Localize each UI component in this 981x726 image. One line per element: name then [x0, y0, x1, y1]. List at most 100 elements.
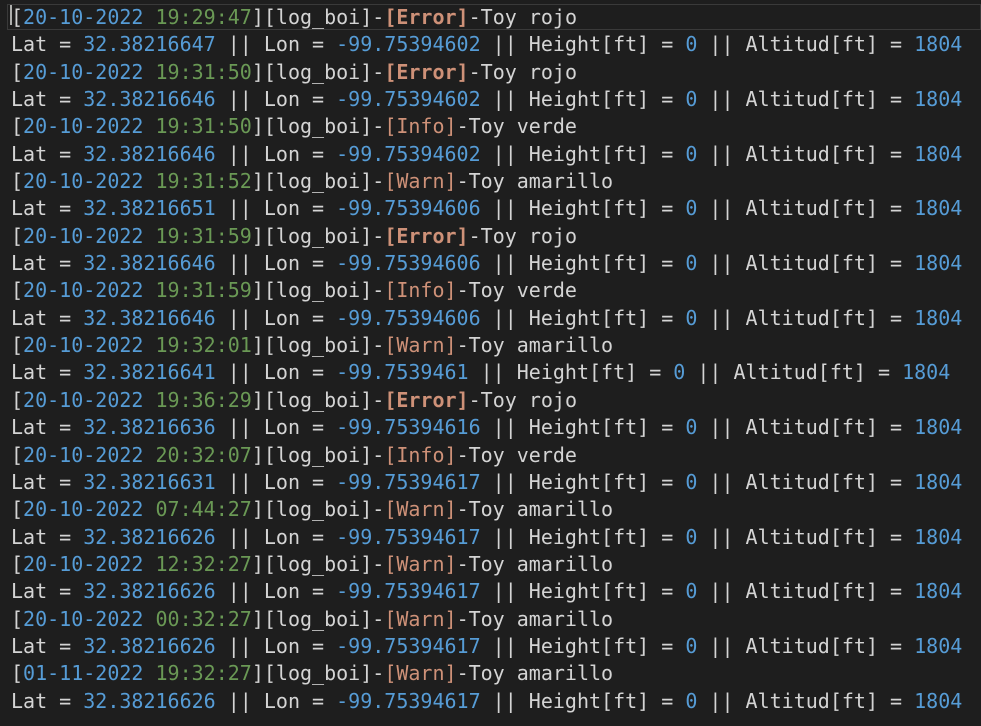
log-date: 20-10-2022: [23, 387, 144, 412]
lon-value: -99.75394602: [336, 87, 481, 112]
log-data-line[interactable]: Lat = 32.38216646 || Lon = -99.75394606 …: [0, 250, 981, 277]
log-header-line[interactable]: [20-10-2022 19:31:50][log_boi]-[Info]-To…: [0, 113, 981, 140]
log-data-line[interactable]: Lat = 32.38216646 || Lon = -99.75394602 …: [0, 141, 981, 168]
log-header-line[interactable]: [20-10-2022 19:32:01][log_boi]-[Warn]-To…: [0, 332, 981, 359]
log-message: -Toy verde: [456, 442, 577, 467]
log-header-line[interactable]: [20-10-2022 00:32:27][log_boi]-[Warn]-To…: [0, 606, 981, 633]
log-level: [Warn]: [384, 497, 457, 522]
log-header-line[interactable]: [20-10-2022 19:36:29][log_boi]-[Error]-T…: [0, 387, 981, 414]
log-level: [Error]: [384, 387, 469, 412]
lat-label: Lat =: [11, 196, 84, 221]
log-level: [Error]: [384, 223, 469, 248]
lat-label: Lat =: [11, 633, 84, 658]
log-level: [Warn]: [384, 606, 457, 631]
height-label: || Height[ft] =: [480, 688, 686, 713]
log-data-line[interactable]: Lat = 32.38216626 || Lon = -99.75394617 …: [0, 524, 981, 551]
bracket-open: [: [11, 442, 24, 467]
log-header-line[interactable]: [20-10-2022 19:29:47][log_boi]-[Error]-T…: [0, 4, 981, 31]
lat-value: 32.38216647: [83, 32, 216, 57]
height-label: || Height[ft] =: [468, 360, 674, 385]
altitude-label: || Altitud[ft] =: [697, 688, 915, 713]
log-source: [log_boi]: [263, 278, 373, 303]
bracket-open: [: [11, 114, 24, 139]
log-header-line[interactable]: [20-10-2022 19:31:59][log_boi]-[Info]-To…: [0, 277, 981, 304]
log-source: [log_boi]: [263, 223, 373, 248]
log-message: -Toy rojo: [468, 223, 577, 248]
dash: -: [372, 333, 385, 358]
log-date: 20-10-2022: [23, 5, 144, 29]
log-data-line[interactable]: Lat = 32.38216626 || Lon = -99.75394617 …: [0, 633, 981, 660]
log-data-line[interactable]: Lat = 32.38216641 || Lon = -99.7539461 |…: [0, 359, 981, 386]
log-header-line[interactable]: [20-10-2022 19:31:59][log_boi]-[Error]-T…: [0, 223, 981, 250]
lat-label: Lat =: [11, 251, 84, 276]
bracket-close: ]: [251, 497, 264, 522]
log-time: 19:31:59: [155, 278, 252, 303]
log-header-line[interactable]: [20-10-2022 19:31:52][log_boi]-[Warn]-To…: [0, 168, 981, 195]
lon-value: -99.7539461: [336, 360, 469, 385]
lon-label: || Lon =: [215, 633, 337, 658]
bracket-open: [: [11, 278, 24, 303]
dash: -: [372, 169, 385, 194]
log-time: 19:32:01: [155, 333, 252, 358]
altitude-value: 1804: [914, 633, 963, 658]
log-level: [Error]: [384, 59, 469, 84]
lat-value: 32.38216626: [83, 524, 216, 549]
log-data-line[interactable]: Lat = 32.38216647 || Lon = -99.75394602 …: [0, 31, 981, 58]
log-data-line[interactable]: Lat = 32.38216651 || Lon = -99.75394606 …: [0, 195, 981, 222]
height-value: 0: [685, 688, 698, 713]
altitude-label: || Altitud[ft] =: [697, 415, 915, 440]
lon-value: -99.75394617: [336, 579, 481, 604]
lon-label: || Lon =: [215, 141, 337, 166]
altitude-value: 1804: [914, 251, 963, 276]
dash: -: [372, 661, 385, 686]
log-header-line[interactable]: [20-10-2022 07:44:27][log_boi]-[Warn]-To…: [0, 496, 981, 523]
altitude-value: 1804: [914, 87, 963, 112]
altitude-label: || Altitud[ft] =: [685, 360, 903, 385]
lon-value: -99.75394617: [336, 633, 481, 658]
log-level: [Info]: [384, 278, 457, 303]
log-source: [log_boi]: [263, 5, 373, 29]
log-data-line[interactable]: Lat = 32.38216631 || Lon = -99.75394617 …: [0, 469, 981, 496]
log-header-line[interactable]: [01-11-2022 19:32:27][log_boi]-[Warn]-To…: [0, 660, 981, 687]
lat-label: Lat =: [11, 524, 84, 549]
log-date: 01-11-2022: [23, 661, 144, 686]
log-editor-view[interactable]: [20-10-2022 19:29:47][log_boi]-[Error]-T…: [0, 0, 981, 726]
log-data-line[interactable]: Lat = 32.38216646 || Lon = -99.75394602 …: [0, 86, 981, 113]
log-data-line[interactable]: Lat = 32.38216646 || Lon = -99.75394606 …: [0, 305, 981, 332]
bracket-close: ]: [251, 223, 264, 248]
lon-label: || Lon =: [215, 360, 337, 385]
bracket-open: [: [11, 5, 24, 29]
log-data-line[interactable]: Lat = 32.38216626 || Lon = -99.75394617 …: [0, 578, 981, 605]
log-message: -Toy verde: [456, 278, 577, 303]
lat-value: 32.38216646: [83, 305, 216, 330]
log-header-line[interactable]: [20-10-2022 19:31:50][log_boi]-[Error]-T…: [0, 59, 981, 86]
log-data-line[interactable]: Lat = 32.38216626 || Lon = -99.75394617 …: [0, 688, 981, 715]
log-time: 19:36:29: [155, 387, 252, 412]
dash: -: [372, 387, 385, 412]
lon-label: || Lon =: [215, 87, 337, 112]
log-data-line[interactable]: Lat = 32.38216636 || Lon = -99.75394616 …: [0, 414, 981, 441]
log-header-line[interactable]: [20-10-2022 20:32:07][log_boi]-[Info]-To…: [0, 442, 981, 469]
log-header-line[interactable]: [20-10-2022 12:32:27][log_boi]-[Warn]-To…: [0, 551, 981, 578]
dash: -: [372, 5, 385, 29]
bracket-open: [: [11, 59, 24, 84]
log-source: [log_boi]: [263, 606, 373, 631]
log-message: -Toy amarillo: [456, 606, 614, 631]
height-value: 0: [685, 32, 698, 57]
altitude-value: 1804: [914, 32, 963, 57]
log-level: [Info]: [384, 114, 457, 139]
bracket-close: ]: [251, 551, 264, 576]
height-label: || Height[ft] =: [480, 633, 686, 658]
height-value: 0: [685, 633, 698, 658]
log-level: [Info]: [384, 442, 457, 467]
height-label: || Height[ft] =: [480, 196, 686, 221]
height-label: || Height[ft] =: [480, 579, 686, 604]
lon-label: || Lon =: [215, 469, 337, 494]
